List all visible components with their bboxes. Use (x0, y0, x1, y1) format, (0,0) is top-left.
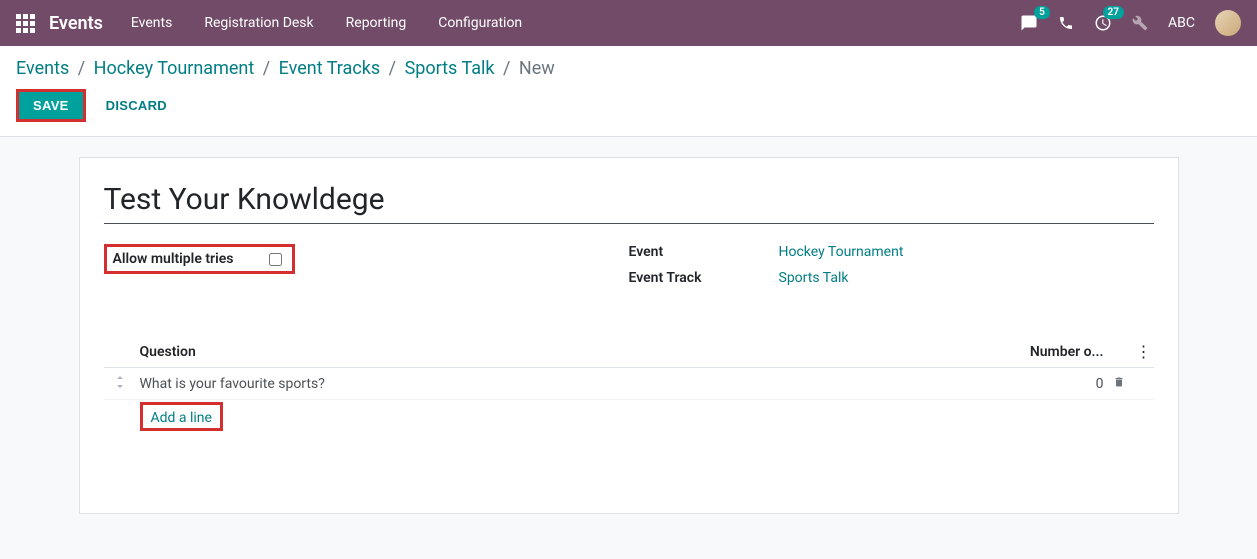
menu-reporting[interactable]: Reporting (346, 15, 407, 31)
allow-multiple-tries-label: Allow multiple tries (113, 251, 234, 267)
breadcrumb-sep: / (263, 58, 270, 79)
main-menu: Events Registration Desk Reporting Confi… (131, 15, 1020, 31)
user-menu[interactable]: ABC (1168, 15, 1195, 31)
column-menu-icon[interactable]: ⋮ (1134, 342, 1154, 361)
app-title[interactable]: Events (49, 13, 103, 34)
breadcrumb-sports-talk[interactable]: Sports Talk (405, 58, 495, 79)
table-row[interactable]: What is your favourite sports? 0 (104, 368, 1154, 400)
question-text: What is your favourite sports? (136, 376, 1014, 392)
debug-icon[interactable] (1132, 15, 1148, 31)
allow-multiple-tries-field: Allow multiple tries (104, 244, 296, 274)
question-number: 0 (1014, 376, 1104, 392)
breadcrumb: Events / Hockey Tournament / Event Track… (16, 58, 1241, 79)
control-panel: Events / Hockey Tournament / Event Track… (0, 46, 1257, 137)
breadcrumb-sep: / (503, 58, 510, 79)
apps-icon[interactable] (16, 14, 35, 33)
event-label: Event (629, 244, 779, 260)
menu-configuration[interactable]: Configuration (438, 15, 522, 31)
activities-badge: 27 (1103, 6, 1124, 19)
avatar[interactable] (1215, 10, 1241, 36)
event-link[interactable]: Hockey Tournament (779, 244, 904, 260)
delete-row-icon[interactable] (1104, 374, 1134, 393)
column-question: Question (136, 344, 1014, 360)
allow-multiple-tries-checkbox[interactable] (269, 253, 282, 266)
add-line-link[interactable]: Add a line (151, 410, 212, 426)
breadcrumb-events[interactable]: Events (16, 58, 69, 79)
page-title[interactable]: Test Your Knowldege (104, 182, 1154, 224)
top-bar: Events Events Registration Desk Reportin… (0, 0, 1257, 46)
breadcrumb-event-tracks[interactable]: Event Tracks (279, 58, 381, 79)
phone-icon[interactable] (1058, 15, 1074, 31)
table-header: Question Number o... ⋮ (104, 336, 1154, 368)
drag-handle-icon[interactable] (104, 376, 136, 391)
breadcrumb-current: New (519, 58, 555, 79)
messaging-icon[interactable]: 5 (1020, 14, 1038, 32)
questions-table: Question Number o... ⋮ What is your favo… (104, 336, 1154, 433)
save-button[interactable]: SAVE (19, 92, 83, 119)
breadcrumb-hockey-tournament[interactable]: Hockey Tournament (94, 58, 255, 79)
breadcrumb-sep: / (389, 58, 396, 79)
form-sheet: Test Your Knowldege Allow multiple tries… (79, 157, 1179, 514)
breadcrumb-sep: / (78, 58, 85, 79)
column-number: Number o... (1014, 344, 1104, 360)
messaging-badge: 5 (1034, 6, 1050, 19)
menu-events[interactable]: Events (131, 15, 172, 31)
action-buttons: SAVE DISCARD (16, 89, 1241, 122)
topbar-right: 5 27 ABC (1020, 10, 1241, 36)
menu-registration-desk[interactable]: Registration Desk (204, 15, 313, 31)
activities-icon[interactable]: 27 (1094, 14, 1112, 32)
event-track-link[interactable]: Sports Talk (779, 270, 849, 286)
event-track-label: Event Track (629, 270, 779, 286)
discard-button[interactable]: DISCARD (98, 92, 175, 119)
